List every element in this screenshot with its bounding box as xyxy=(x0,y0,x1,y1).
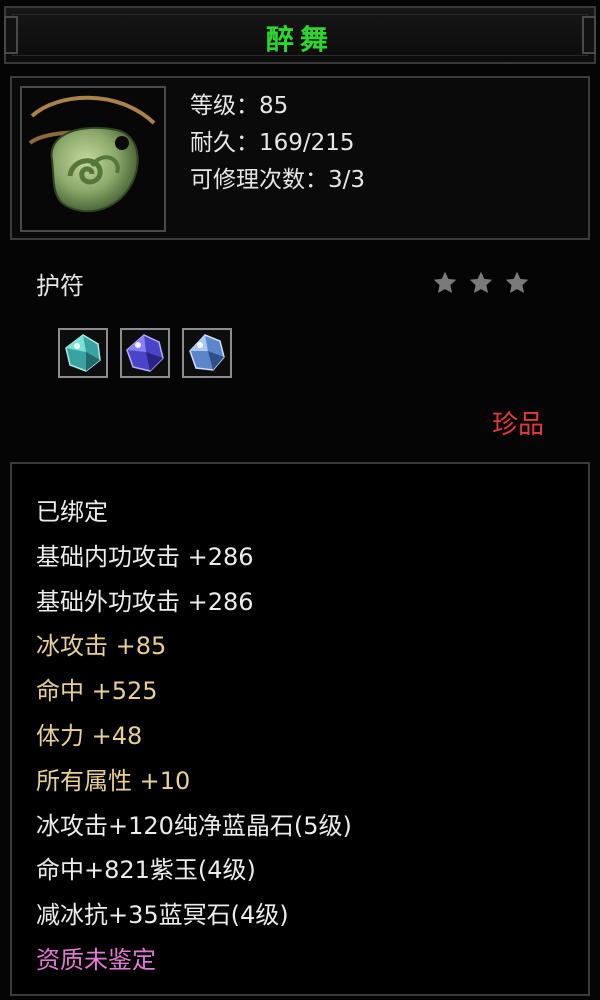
aptitude-status: 资质未鉴定 xyxy=(36,945,156,974)
gem-bonus-line: 命中+821紫玉(4级) xyxy=(36,856,256,885)
attribute-line: 体力 +48 xyxy=(36,721,143,750)
purple-jade-gem-icon xyxy=(126,334,164,372)
durability-text: 耐久：169/215 xyxy=(190,130,355,156)
repair-count-text: 可修理次数：3/3 xyxy=(190,167,366,193)
gem-slot-1[interactable] xyxy=(58,328,108,378)
item-name: 醉舞 xyxy=(265,23,334,56)
star-icon xyxy=(469,271,493,293)
gem-slot-3[interactable] xyxy=(182,328,232,378)
gem-slot-2[interactable] xyxy=(120,328,170,378)
item-stats: 等级：85 耐久：169/215 可修理次数：3/3 xyxy=(190,88,365,199)
green-crystal-gem-icon xyxy=(65,334,101,372)
gem-bonus-line: 减冰抗+35蓝冥石(4级) xyxy=(36,901,289,930)
blue-sapphire-gem-icon xyxy=(189,334,225,371)
star-rating xyxy=(432,270,530,296)
attribute-line: 基础内功攻击 +286 xyxy=(36,542,254,571)
item-tooltip-panel: 醉舞 等级：85 耐久：169/215 可修理次数：3/3 护符 珍品 已绑定 … xyxy=(0,0,600,1000)
attribute-line: 冰攻击 +85 xyxy=(36,632,167,661)
gem-bonus-line: 冰攻击+120纯净蓝晶石(5级) xyxy=(36,811,352,840)
jade-pendant-icon xyxy=(22,88,164,230)
attribute-line: 所有属性 +10 xyxy=(36,766,191,795)
attributes-list: 已绑定 基础内功攻击 +286 基础外功攻击 +286 冰攻击 +85 命中 +… xyxy=(36,490,352,983)
title-bar: 醉舞 xyxy=(4,6,596,64)
star-icon xyxy=(505,271,529,293)
item-icon-frame xyxy=(20,86,166,232)
item-type-label: 护符 xyxy=(36,272,84,300)
rarity-label: 珍品 xyxy=(492,410,545,440)
bound-status: 已绑定 xyxy=(36,498,108,526)
attribute-line: 命中 +525 xyxy=(36,677,158,706)
star-icon xyxy=(433,271,457,293)
level-text: 等级：85 xyxy=(190,93,289,119)
attribute-line: 基础外功攻击 +286 xyxy=(36,587,254,616)
